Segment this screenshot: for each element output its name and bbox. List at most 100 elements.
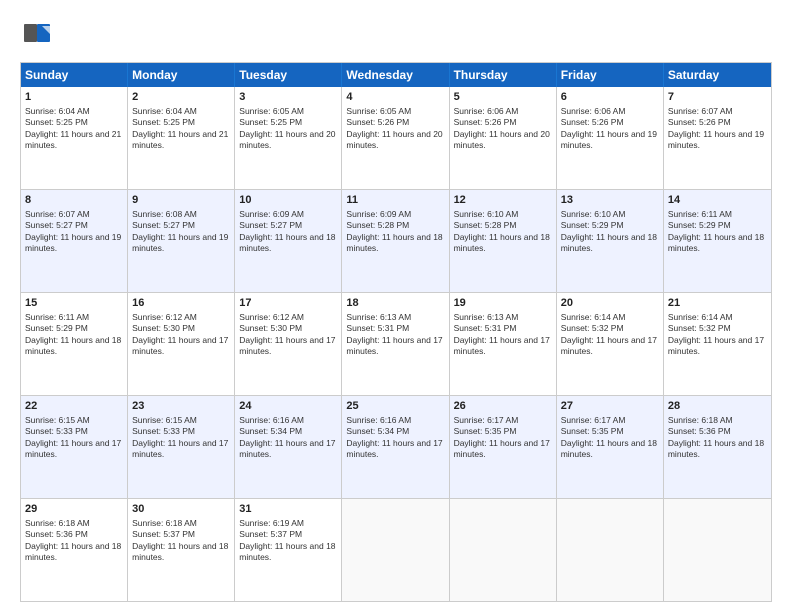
day-info: Sunrise: 6:18 AM Sunset: 5:36 PM Dayligh…: [25, 518, 123, 564]
day-info: Sunrise: 6:19 AM Sunset: 5:37 PM Dayligh…: [239, 518, 337, 564]
day-cell-8: 8Sunrise: 6:07 AM Sunset: 5:27 PM Daylig…: [21, 190, 128, 292]
day-cell-18: 18Sunrise: 6:13 AM Sunset: 5:31 PM Dayli…: [342, 293, 449, 395]
day-cell-25: 25Sunrise: 6:16 AM Sunset: 5:34 PM Dayli…: [342, 396, 449, 498]
day-info: Sunrise: 6:14 AM Sunset: 5:32 PM Dayligh…: [668, 312, 767, 358]
day-number: 24: [239, 399, 337, 414]
day-info: Sunrise: 6:10 AM Sunset: 5:28 PM Dayligh…: [454, 209, 552, 255]
day-cell-30: 30Sunrise: 6:18 AM Sunset: 5:37 PM Dayli…: [128, 499, 235, 601]
calendar-week-5: 29Sunrise: 6:18 AM Sunset: 5:36 PM Dayli…: [21, 499, 771, 601]
header-day-thursday: Thursday: [450, 63, 557, 87]
day-cell-9: 9Sunrise: 6:08 AM Sunset: 5:27 PM Daylig…: [128, 190, 235, 292]
empty-cell: [557, 499, 664, 601]
day-cell-15: 15Sunrise: 6:11 AM Sunset: 5:29 PM Dayli…: [21, 293, 128, 395]
day-info: Sunrise: 6:16 AM Sunset: 5:34 PM Dayligh…: [346, 415, 444, 461]
header: [20, 16, 772, 52]
day-info: Sunrise: 6:08 AM Sunset: 5:27 PM Dayligh…: [132, 209, 230, 255]
day-number: 9: [132, 193, 230, 208]
day-cell-12: 12Sunrise: 6:10 AM Sunset: 5:28 PM Dayli…: [450, 190, 557, 292]
day-number: 7: [668, 90, 767, 105]
day-info: Sunrise: 6:04 AM Sunset: 5:25 PM Dayligh…: [132, 106, 230, 152]
day-info: Sunrise: 6:16 AM Sunset: 5:34 PM Dayligh…: [239, 415, 337, 461]
day-info: Sunrise: 6:15 AM Sunset: 5:33 PM Dayligh…: [132, 415, 230, 461]
page: SundayMondayTuesdayWednesdayThursdayFrid…: [0, 0, 792, 612]
day-info: Sunrise: 6:10 AM Sunset: 5:29 PM Dayligh…: [561, 209, 659, 255]
empty-cell: [664, 499, 771, 601]
day-number: 30: [132, 502, 230, 517]
day-cell-16: 16Sunrise: 6:12 AM Sunset: 5:30 PM Dayli…: [128, 293, 235, 395]
day-info: Sunrise: 6:07 AM Sunset: 5:26 PM Dayligh…: [668, 106, 767, 152]
logo: [20, 16, 58, 52]
day-info: Sunrise: 6:17 AM Sunset: 5:35 PM Dayligh…: [561, 415, 659, 461]
day-info: Sunrise: 6:05 AM Sunset: 5:25 PM Dayligh…: [239, 106, 337, 152]
day-cell-22: 22Sunrise: 6:15 AM Sunset: 5:33 PM Dayli…: [21, 396, 128, 498]
day-number: 1: [25, 90, 123, 105]
day-info: Sunrise: 6:13 AM Sunset: 5:31 PM Dayligh…: [454, 312, 552, 358]
day-number: 22: [25, 399, 123, 414]
day-number: 28: [668, 399, 767, 414]
calendar-body: 1Sunrise: 6:04 AM Sunset: 5:25 PM Daylig…: [21, 87, 771, 601]
day-cell-1: 1Sunrise: 6:04 AM Sunset: 5:25 PM Daylig…: [21, 87, 128, 189]
day-number: 19: [454, 296, 552, 311]
calendar-week-3: 15Sunrise: 6:11 AM Sunset: 5:29 PM Dayli…: [21, 293, 771, 396]
day-info: Sunrise: 6:05 AM Sunset: 5:26 PM Dayligh…: [346, 106, 444, 152]
day-number: 25: [346, 399, 444, 414]
day-number: 29: [25, 502, 123, 517]
empty-cell: [342, 499, 449, 601]
day-info: Sunrise: 6:18 AM Sunset: 5:37 PM Dayligh…: [132, 518, 230, 564]
day-info: Sunrise: 6:12 AM Sunset: 5:30 PM Dayligh…: [132, 312, 230, 358]
day-cell-23: 23Sunrise: 6:15 AM Sunset: 5:33 PM Dayli…: [128, 396, 235, 498]
day-number: 12: [454, 193, 552, 208]
day-info: Sunrise: 6:09 AM Sunset: 5:27 PM Dayligh…: [239, 209, 337, 255]
calendar: SundayMondayTuesdayWednesdayThursdayFrid…: [20, 62, 772, 602]
day-cell-17: 17Sunrise: 6:12 AM Sunset: 5:30 PM Dayli…: [235, 293, 342, 395]
header-day-saturday: Saturday: [664, 63, 771, 87]
day-number: 3: [239, 90, 337, 105]
day-cell-7: 7Sunrise: 6:07 AM Sunset: 5:26 PM Daylig…: [664, 87, 771, 189]
day-number: 11: [346, 193, 444, 208]
day-cell-14: 14Sunrise: 6:11 AM Sunset: 5:29 PM Dayli…: [664, 190, 771, 292]
day-info: Sunrise: 6:11 AM Sunset: 5:29 PM Dayligh…: [668, 209, 767, 255]
day-number: 16: [132, 296, 230, 311]
day-number: 27: [561, 399, 659, 414]
day-cell-19: 19Sunrise: 6:13 AM Sunset: 5:31 PM Dayli…: [450, 293, 557, 395]
header-day-wednesday: Wednesday: [342, 63, 449, 87]
day-number: 8: [25, 193, 123, 208]
calendar-week-4: 22Sunrise: 6:15 AM Sunset: 5:33 PM Dayli…: [21, 396, 771, 499]
header-day-monday: Monday: [128, 63, 235, 87]
day-cell-6: 6Sunrise: 6:06 AM Sunset: 5:26 PM Daylig…: [557, 87, 664, 189]
day-number: 17: [239, 296, 337, 311]
day-number: 14: [668, 193, 767, 208]
day-number: 23: [132, 399, 230, 414]
day-number: 26: [454, 399, 552, 414]
day-info: Sunrise: 6:18 AM Sunset: 5:36 PM Dayligh…: [668, 415, 767, 461]
day-cell-31: 31Sunrise: 6:19 AM Sunset: 5:37 PM Dayli…: [235, 499, 342, 601]
day-number: 31: [239, 502, 337, 517]
day-cell-27: 27Sunrise: 6:17 AM Sunset: 5:35 PM Dayli…: [557, 396, 664, 498]
day-info: Sunrise: 6:04 AM Sunset: 5:25 PM Dayligh…: [25, 106, 123, 152]
day-number: 2: [132, 90, 230, 105]
day-number: 6: [561, 90, 659, 105]
day-number: 4: [346, 90, 444, 105]
day-info: Sunrise: 6:12 AM Sunset: 5:30 PM Dayligh…: [239, 312, 337, 358]
day-info: Sunrise: 6:13 AM Sunset: 5:31 PM Dayligh…: [346, 312, 444, 358]
day-cell-10: 10Sunrise: 6:09 AM Sunset: 5:27 PM Dayli…: [235, 190, 342, 292]
calendar-header: SundayMondayTuesdayWednesdayThursdayFrid…: [21, 63, 771, 87]
day-number: 10: [239, 193, 337, 208]
calendar-week-2: 8Sunrise: 6:07 AM Sunset: 5:27 PM Daylig…: [21, 190, 771, 293]
header-day-tuesday: Tuesday: [235, 63, 342, 87]
day-number: 15: [25, 296, 123, 311]
day-number: 13: [561, 193, 659, 208]
day-info: Sunrise: 6:14 AM Sunset: 5:32 PM Dayligh…: [561, 312, 659, 358]
calendar-week-1: 1Sunrise: 6:04 AM Sunset: 5:25 PM Daylig…: [21, 87, 771, 190]
day-info: Sunrise: 6:09 AM Sunset: 5:28 PM Dayligh…: [346, 209, 444, 255]
day-info: Sunrise: 6:15 AM Sunset: 5:33 PM Dayligh…: [25, 415, 123, 461]
day-cell-28: 28Sunrise: 6:18 AM Sunset: 5:36 PM Dayli…: [664, 396, 771, 498]
header-day-sunday: Sunday: [21, 63, 128, 87]
day-cell-3: 3Sunrise: 6:05 AM Sunset: 5:25 PM Daylig…: [235, 87, 342, 189]
logo-icon: [20, 16, 56, 52]
day-cell-4: 4Sunrise: 6:05 AM Sunset: 5:26 PM Daylig…: [342, 87, 449, 189]
day-cell-2: 2Sunrise: 6:04 AM Sunset: 5:25 PM Daylig…: [128, 87, 235, 189]
day-number: 18: [346, 296, 444, 311]
day-info: Sunrise: 6:07 AM Sunset: 5:27 PM Dayligh…: [25, 209, 123, 255]
empty-cell: [450, 499, 557, 601]
